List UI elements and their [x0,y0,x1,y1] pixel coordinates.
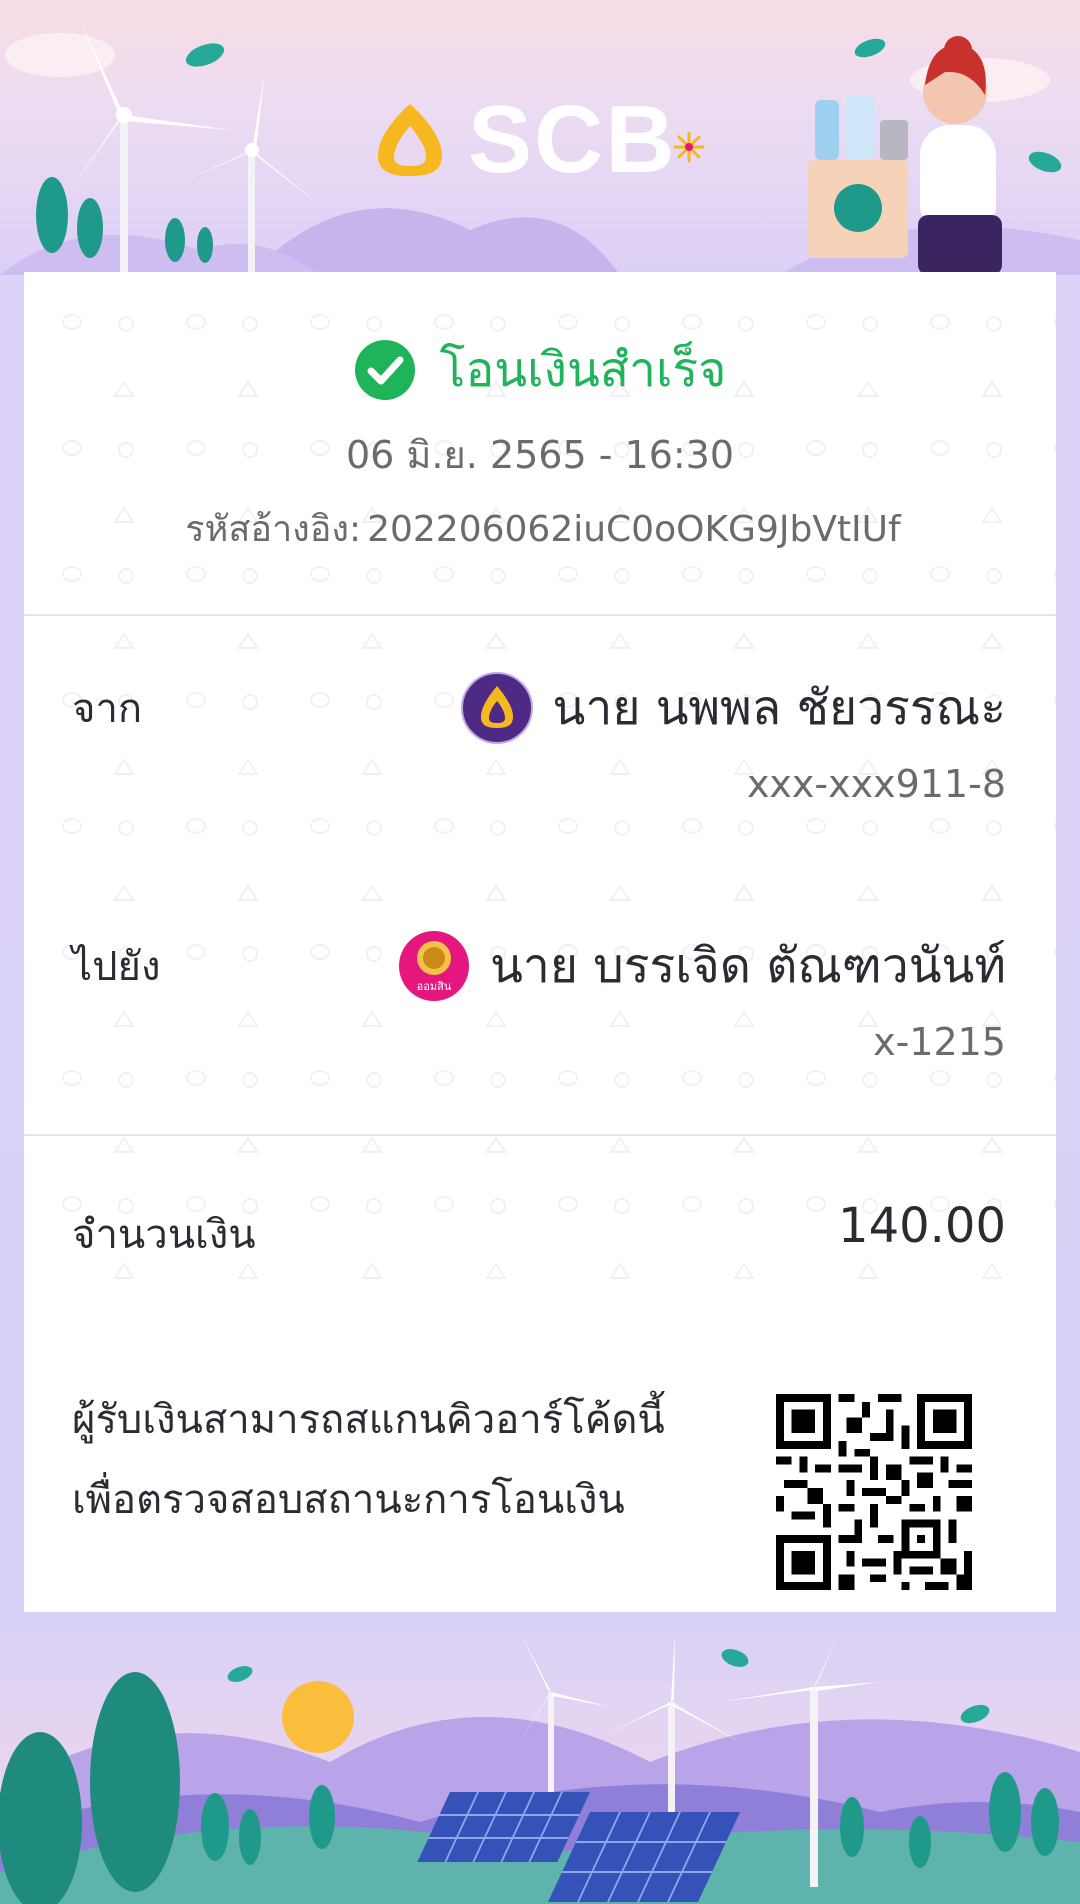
from-party: นาย นพพล ชัยวรรณะ [460,670,1006,746]
to-label: ไปยัง [72,944,161,990]
from-label: จาก [72,686,143,732]
transfer-status: โอนเงินสำเร็จ [24,332,1056,408]
gsb-bank-icon: ออมสิน [399,931,470,1001]
amount-label: จำนวนเงิน [72,1212,256,1258]
reference-line: รหัสอ้างอิง: 202206062iuC0oOKG9JbVtIUf [24,500,1056,557]
gsb-logo-text: ออมสิน [417,980,452,993]
renewable-energy-scene [0,1612,1080,1904]
header-banner: SCB [0,0,1080,275]
scb-bank-icon [460,672,533,744]
to-name: นาย บรรเจิด ตัณฑวนันท์ [490,938,1006,994]
status-label: โอนเงินสำเร็จ [439,342,727,398]
scb-logo-icon [378,104,442,176]
amount-value: 140.00 [838,1198,1006,1254]
from-account: xxx-xxx911-8 [746,762,1006,806]
divider [24,1134,1056,1136]
footer-illustration [0,1612,1080,1904]
qr-note-line1: ผู้รับเงินสามารถสแกนคิวอาร์โค้ดนี้ [72,1397,665,1443]
check-circle-icon [354,340,415,400]
sparkle-icon [673,131,705,163]
qr-note: ผู้รับเงินสามารถสแกนคิวอาร์โค้ดนี้ เพื่อ… [72,1380,712,1540]
divider [24,614,1056,616]
scb-logo: SCB [370,86,705,193]
from-name: นาย นพพล ชัยวรรณะ [552,680,1006,736]
transaction-datetime: 06 มิ.ย. 2565 - 16:30 [345,433,735,477]
reference-label: รหัสอ้างอิง: [185,509,362,550]
verification-qr-code[interactable] [776,1394,972,1590]
to-account: x-1215 [873,1020,1006,1064]
qr-note-line2: เพื่อตรวจสอบสถานะการโอนเงิน [72,1477,625,1523]
reference-value[interactable]: 202206062iuC0oOKG9JbVtIUf [367,509,901,550]
to-party: ออมสิน นาย บรรเจิด ตัณฑวนันท์ [398,928,1006,1004]
receipt-card: โอนเงินสำเร็จ 06 มิ.ย. 2565 - 16:30 รหัส… [24,272,1056,1650]
brand-name: SCB [468,86,677,193]
